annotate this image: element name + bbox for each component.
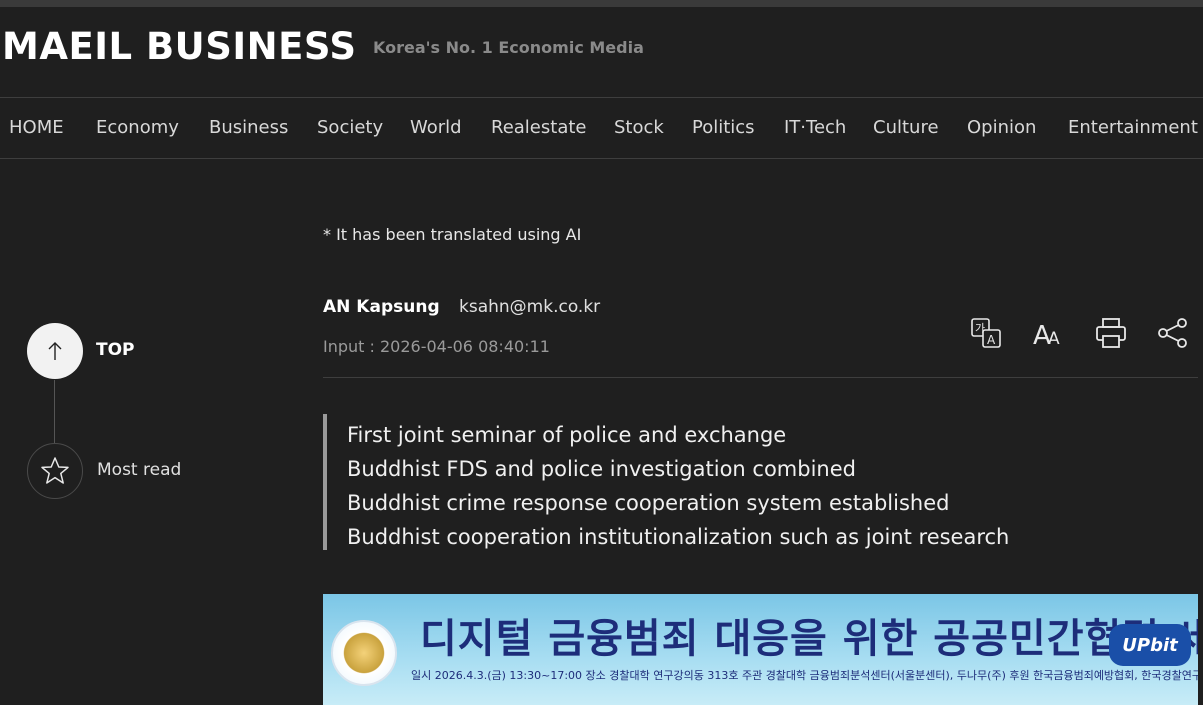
nav-item-entertainment[interactable]: Entertainment [1068, 117, 1198, 138]
top-label[interactable]: TOP [96, 340, 135, 360]
most-read-button[interactable] [27, 443, 83, 499]
summary-line: Buddhist FDS and police investigation co… [347, 457, 856, 481]
site-logo[interactable]: MAEIL BUSINESS [2, 25, 357, 68]
article-summary: First joint seminar of police and exchan… [323, 414, 1103, 550]
meta-divider [323, 377, 1198, 378]
input-timestamp: Input : 2026-04-06 08:40:11 [323, 337, 550, 356]
font-size-icon: A A [1033, 321, 1060, 351]
top-bar [0, 0, 1203, 7]
arrow-up-icon [48, 342, 62, 360]
nav-item-opinion[interactable]: Opinion [967, 117, 1036, 138]
upbit-logo: UPbit [1109, 624, 1191, 666]
print-button[interactable] [1094, 316, 1128, 350]
share-button[interactable] [1156, 316, 1190, 350]
rail-connector [54, 380, 55, 443]
top-button[interactable] [27, 323, 83, 379]
article-image: 디지털 금융범죄 대응을 위한 공공민간협력 세미나 일시 2026.4.3.(… [323, 594, 1198, 705]
svg-text:A: A [987, 333, 996, 347]
summary-line: Buddhist crime response cooperation syst… [347, 491, 950, 515]
most-read-label[interactable]: Most read [97, 460, 181, 480]
nav-item-politics[interactable]: Politics [692, 117, 755, 138]
summary-line: Buddhist cooperation institutionalizatio… [347, 525, 1010, 549]
font-size-button[interactable]: A A [1031, 316, 1065, 351]
banner-title: 디지털 금융범죄 대응을 위한 공공민간협력 세미나 [420, 616, 1198, 662]
star-icon [41, 457, 69, 484]
summary-line: First joint seminar of police and exchan… [347, 423, 787, 447]
ai-translation-note: * It has been translated using AI [323, 225, 582, 244]
site-tagline: Korea's No. 1 Economic Media [373, 38, 644, 57]
author-email[interactable]: ksahn@mk.co.kr [459, 297, 600, 317]
nav-item-stock[interactable]: Stock [614, 117, 664, 138]
nav-item-world[interactable]: World [410, 117, 462, 138]
svg-text:A: A [1048, 329, 1060, 349]
nav-item-it-tech[interactable]: IT·Tech [784, 117, 846, 138]
site-header: MAEIL BUSINESS Korea's No. 1 Economic Me… [0, 7, 1203, 97]
translate-button[interactable]: 가 A [969, 316, 1003, 350]
share-icon [1158, 318, 1187, 348]
nav-item-culture[interactable]: Culture [873, 117, 939, 138]
print-icon [1096, 318, 1126, 348]
nav-item-realestate[interactable]: Realestate [491, 117, 586, 138]
nav-item-business[interactable]: Business [209, 117, 288, 138]
nav-item-society[interactable]: Society [317, 117, 383, 138]
nav-item-economy[interactable]: Economy [96, 117, 179, 138]
main-nav: HOME Economy Business Society World Real… [0, 97, 1203, 159]
nav-item-home[interactable]: HOME [9, 117, 64, 138]
police-emblem [331, 620, 397, 686]
translate-icon: 가 A [971, 318, 1001, 348]
banner-subtitle: 일시 2026.4.3.(금) 13:30~17:00 장소 경찰대학 연구강의… [411, 669, 1198, 682]
author-name[interactable]: AN Kapsung [323, 297, 440, 317]
